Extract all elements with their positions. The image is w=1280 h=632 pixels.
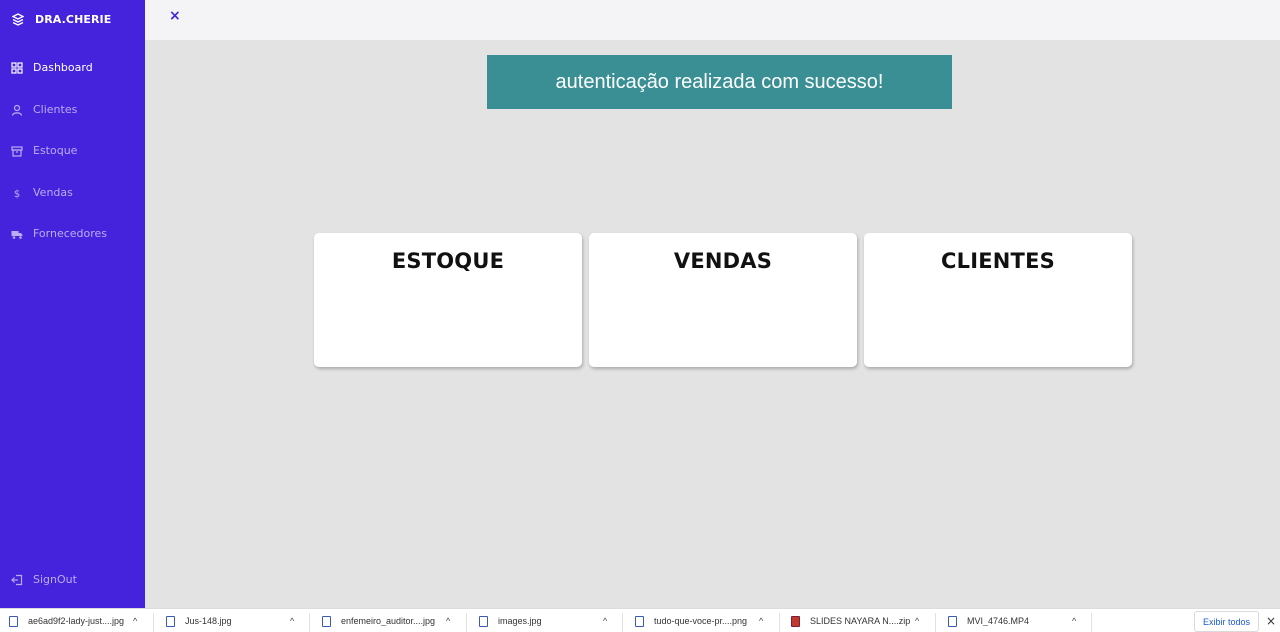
svg-text:$: $ bbox=[14, 189, 20, 199]
sidebar-item-dashboard[interactable]: Dashboard bbox=[11, 61, 93, 74]
divider bbox=[309, 613, 310, 632]
download-filename: enfemeiro_auditor....jpg bbox=[341, 616, 436, 626]
user-icon bbox=[11, 104, 23, 116]
topbar: × bbox=[145, 0, 1280, 40]
layers-icon bbox=[12, 13, 24, 26]
card-title: ESTOQUE bbox=[391, 249, 505, 273]
download-item[interactable]: SLIDES NAYARA N....zip ^ bbox=[791, 609, 926, 632]
chevron-up-icon[interactable]: ^ bbox=[915, 616, 919, 626]
brand[interactable]: DRA.CHERIE bbox=[12, 13, 111, 26]
sidebar-item-label: Fornecedores bbox=[33, 227, 108, 240]
download-filename: Jus-148.jpg bbox=[185, 616, 232, 626]
download-filename: images.jpg bbox=[498, 616, 542, 626]
card-clientes[interactable]: CLIENTES bbox=[864, 233, 1132, 367]
download-item[interactable]: MVI_4746.MP4 ^ bbox=[948, 609, 1083, 632]
download-item[interactable]: tudo-que-voce-pr....png ^ bbox=[635, 609, 770, 632]
image-file-icon bbox=[322, 615, 331, 627]
divider bbox=[622, 613, 623, 632]
sidebar-item-label: Vendas bbox=[33, 186, 73, 199]
close-menu-button[interactable]: × bbox=[169, 8, 181, 24]
chevron-up-icon[interactable]: ^ bbox=[759, 616, 763, 626]
sidebar-item-estoque[interactable]: Estoque bbox=[11, 144, 77, 157]
download-item[interactable]: ae6ad9f2-lady-just....jpg ^ bbox=[9, 609, 144, 632]
dollar-icon: $ bbox=[14, 189, 20, 199]
divider bbox=[935, 613, 936, 632]
card-title: VENDAS bbox=[673, 249, 773, 273]
card-estoque[interactable]: ESTOQUE bbox=[314, 233, 582, 367]
sidebar-item-label: Clientes bbox=[33, 103, 78, 116]
card-title: CLIENTES bbox=[941, 249, 1055, 273]
brand-name: DRA.CHERIE bbox=[35, 13, 112, 26]
image-file-icon bbox=[9, 615, 18, 627]
download-bar: ae6ad9f2-lady-just....jpg ^ Jus-148.jpg … bbox=[0, 608, 1280, 632]
download-item[interactable]: Jus-148.jpg ^ bbox=[166, 609, 301, 632]
download-filename: ae6ad9f2-lady-just....jpg bbox=[28, 616, 125, 626]
archive-icon bbox=[11, 145, 23, 157]
sidebar-item-fornecedores[interactable]: Fornecedores bbox=[11, 227, 107, 240]
divider bbox=[1091, 613, 1092, 632]
signout-button[interactable]: SignOut bbox=[11, 573, 77, 586]
grid-icon bbox=[11, 61, 23, 74]
divider bbox=[153, 613, 154, 632]
sidebar-item-label: Dashboard bbox=[33, 61, 93, 74]
truck-icon bbox=[11, 230, 23, 239]
signout-label: SignOut bbox=[33, 573, 77, 586]
chevron-up-icon[interactable]: ^ bbox=[290, 616, 294, 626]
image-file-icon bbox=[166, 615, 175, 627]
image-file-icon bbox=[479, 615, 488, 627]
sidebar-item-label: Estoque bbox=[33, 144, 78, 157]
sidebar-item-clientes[interactable]: Clientes bbox=[11, 103, 77, 116]
video-file-icon bbox=[948, 615, 957, 627]
success-toast: autenticação realizada com sucesso! bbox=[487, 55, 952, 109]
signout-icon bbox=[11, 574, 23, 585]
chevron-up-icon[interactable]: ^ bbox=[603, 616, 607, 626]
divider bbox=[466, 613, 467, 632]
chevron-up-icon[interactable]: ^ bbox=[1072, 616, 1076, 626]
chevron-up-icon[interactable]: ^ bbox=[133, 616, 137, 626]
divider bbox=[779, 613, 780, 632]
card-vendas[interactable]: VENDAS bbox=[589, 233, 857, 367]
chevron-up-icon[interactable]: ^ bbox=[446, 616, 450, 626]
close-download-bar-icon[interactable]: × bbox=[1266, 614, 1276, 628]
sidebar: DRA.CHERIE Dashboard Clientes Estoque $ … bbox=[0, 0, 145, 608]
download-item[interactable]: images.jpg ^ bbox=[479, 609, 614, 632]
sidebar-item-vendas[interactable]: $ Vendas bbox=[11, 186, 73, 199]
download-item[interactable]: enfemeiro_auditor....jpg ^ bbox=[322, 609, 457, 632]
download-filename: tudo-que-voce-pr....png bbox=[654, 616, 748, 626]
download-filename: SLIDES NAYARA N....zip bbox=[810, 616, 911, 626]
download-filename: MVI_4746.MP4 bbox=[967, 616, 1030, 626]
show-all-downloads-button[interactable]: Exibir todos bbox=[1194, 611, 1259, 632]
image-file-icon bbox=[635, 615, 644, 627]
toast-message: autenticação realizada com sucesso! bbox=[555, 70, 884, 93]
zip-file-icon bbox=[791, 615, 800, 627]
